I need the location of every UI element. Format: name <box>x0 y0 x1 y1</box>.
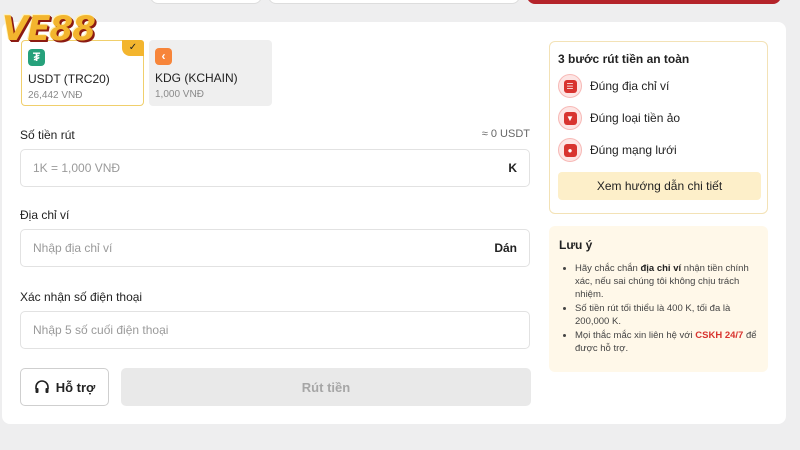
step-item: ▼ Đúng loại tiền ảo <box>558 106 759 130</box>
converted-amount: ≈ 0 USDT <box>481 128 530 140</box>
amount-unit: K <box>508 161 517 175</box>
note-item: Số tiền rút tối thiểu là 400 K, tối đa l… <box>575 302 758 328</box>
top-tab[interactable] <box>268 0 520 4</box>
brand-logo: VE88 <box>2 6 122 52</box>
safe-steps-panel: 3 bước rút tiền an toàn ☰ Đúng địa chỉ v… <box>549 41 768 214</box>
step-label: Đúng mạng lưới <box>590 143 677 157</box>
phone-field[interactable] <box>20 311 530 349</box>
currency-name: USDT (TRC20) <box>28 72 110 86</box>
phone-input[interactable] <box>33 312 453 348</box>
kdg-icon: ‹ <box>155 48 172 65</box>
selected-check-icon: ✓ <box>122 40 144 56</box>
amount-field[interactable]: K <box>20 149 530 187</box>
step-label: Đúng loại tiền ảo <box>590 111 681 125</box>
steps-title: 3 bước rút tiền an toàn <box>558 52 690 66</box>
support-label: Hỗ trợ <box>55 379 96 395</box>
step-item: ● Đúng mạng lưới <box>558 138 759 162</box>
wallet-field[interactable]: Dán <box>20 229 530 267</box>
currency-rate: 1,000 VNĐ <box>155 89 204 100</box>
paste-button[interactable]: Dán <box>494 230 517 266</box>
support-button[interactable]: Hỗ trợ <box>20 368 109 406</box>
wallet-label: Địa chỉ ví <box>20 208 70 222</box>
notes-panel: Lưu ý Hãy chắc chắn địa chỉ ví nhận tiền… <box>549 226 768 372</box>
top-action-button[interactable] <box>527 0 781 4</box>
wallet-input[interactable] <box>33 230 453 266</box>
view-guide-button[interactable]: Xem hướng dẫn chi tiết <box>558 172 761 200</box>
support-link[interactable]: CSKH 24/7 <box>695 330 743 341</box>
amount-label: Số tiền rút <box>20 128 75 142</box>
withdraw-card: ₮ USDT (TRC20) 26,442 VNĐ ✓ ‹ KDG (KCHAI… <box>2 22 786 424</box>
headset-icon <box>34 380 49 393</box>
amount-input[interactable] <box>33 150 453 186</box>
note-item: Mọi thắc mắc xin liên hệ với CSKH 24/7 đ… <box>575 329 758 355</box>
step-label: Đúng địa chỉ ví <box>590 79 670 93</box>
notes-title: Lưu ý <box>559 238 593 252</box>
step-item: ☰ Đúng địa chỉ ví <box>558 74 759 98</box>
network-icon: ● <box>558 138 582 162</box>
currency-rate: 26,442 VNĐ <box>28 90 83 101</box>
top-tab[interactable] <box>150 0 262 4</box>
crypto-type-icon: ▼ <box>558 106 582 130</box>
logo-text: VE88 <box>2 9 96 49</box>
wallet-check-icon: ☰ <box>558 74 582 98</box>
currency-card-kdg[interactable]: ‹ KDG (KCHAIN) 1,000 VNĐ <box>149 40 272 106</box>
note-item: Hãy chắc chắn địa chỉ ví nhận tiền chính… <box>575 262 758 301</box>
phone-label: Xác nhận số điện thoại <box>20 290 143 304</box>
withdraw-submit-button[interactable]: Rút tiền <box>121 368 531 406</box>
currency-name: KDG (KCHAIN) <box>155 71 238 85</box>
notes-list: Hãy chắc chắn địa chỉ ví nhận tiền chính… <box>559 262 758 355</box>
